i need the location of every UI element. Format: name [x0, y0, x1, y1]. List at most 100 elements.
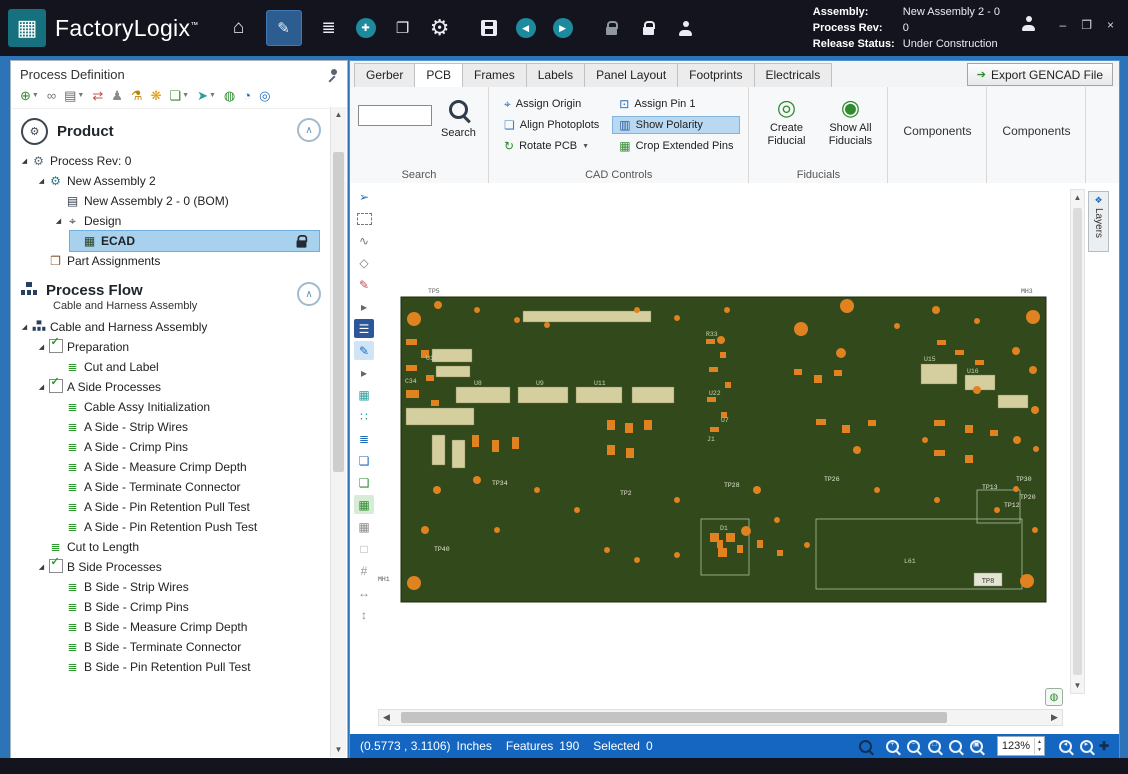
tree-item[interactable]: ≣A Side - Pin Retention Push Test	[53, 517, 329, 537]
tree-item[interactable]: ≣B Side - Terminate Connector	[53, 637, 329, 657]
tree-item[interactable]: ≣B Side - Pin Retention Pull Test	[53, 657, 329, 677]
grid-snap-icon[interactable]: ▦	[354, 385, 374, 404]
pcb-canvas[interactable]: ➢∿◇✎▸☰✎▸▦∷≣❏❏▦▦□#↔↕ TP8TP5MH3MH1TP40L61D…	[350, 183, 1119, 734]
layers-icon[interactable]: ❏▼	[169, 89, 189, 102]
expander-icon[interactable]: ◢	[53, 217, 64, 225]
hatch-fill-icon[interactable]: ☰	[354, 319, 374, 338]
close-button[interactable]: ×	[1107, 18, 1114, 32]
tree-item[interactable]: ≣Cut and Label	[53, 357, 329, 377]
show-all-fiducials-button[interactable]: ◉ Show All Fiducials	[821, 95, 879, 167]
tab-footprints[interactable]: Footprints	[677, 63, 754, 87]
zoom-window-icon[interactable]: □	[928, 740, 941, 753]
scrollbar-thumb[interactable]	[1073, 208, 1082, 675]
pan-zoom-icon[interactable]	[859, 740, 872, 753]
select-icon[interactable]: ➢	[354, 187, 374, 206]
show-polarity-button[interactable]: ▥Show Polarity	[612, 116, 740, 134]
user-icon[interactable]: ♟	[111, 89, 123, 102]
zoom-spinner-arrows[interactable]: ▲▼	[1034, 738, 1044, 754]
zoom-extents-icon[interactable]	[949, 740, 962, 753]
person-search-icon[interactable]	[676, 12, 696, 44]
layers-flyout-tab[interactable]: ❖ Layers	[1088, 191, 1109, 252]
crop-extended-pins-button[interactable]: ▦Crop Extended Pins	[612, 137, 740, 155]
tree-item[interactable]: ≣A Side - Pin Retention Pull Test	[53, 497, 329, 517]
tree-item[interactable]: ◢Preparation	[36, 337, 329, 357]
zoom-level-spinner[interactable]: 123% ▲▼	[997, 736, 1045, 756]
export-gencad-button[interactable]: ➔ Export GENCAD File	[967, 63, 1113, 86]
tree-item[interactable]: ▤New Assembly 2 - 0 (BOM)	[53, 191, 329, 211]
copper-top-icon[interactable]: ❏	[354, 451, 374, 470]
tree-item[interactable]: ≣A Side - Crimp Pins	[53, 437, 329, 457]
zoom-world-icon[interactable]: ◍	[1045, 688, 1063, 706]
move-horizontal-icon[interactable]: ↔	[354, 583, 374, 602]
move-vertical-icon[interactable]: ↕	[354, 605, 374, 624]
zoom-out-icon[interactable]: −	[907, 740, 920, 753]
pcb-view[interactable]: TP8TP5MH3MH1TP40L61D1R33U13C34U21U8U9U11…	[376, 189, 1076, 703]
expander-icon[interactable]: ◢	[19, 323, 30, 331]
zoom-selection-icon[interactable]: ▣	[970, 740, 983, 753]
link-icon[interactable]: ∞	[47, 89, 56, 102]
forward-icon[interactable]: ▶	[553, 12, 573, 44]
grid-outline-icon[interactable]: □	[354, 539, 374, 558]
highlight-icon[interactable]: ❋	[151, 89, 162, 102]
history-icon[interactable]: ◔	[243, 89, 251, 102]
assign-origin-button[interactable]: ⌖Assign Origin	[497, 95, 606, 113]
component-grid-icon[interactable]: ▦	[354, 495, 374, 514]
documents-icon[interactable]: ❐	[393, 12, 413, 44]
tab-gerber[interactable]: Gerber	[354, 63, 415, 87]
tree-item[interactable]: ≣B Side - Crimp Pins	[53, 597, 329, 617]
tab-pcb[interactable]: PCB	[414, 63, 463, 87]
marquee-select-icon[interactable]	[354, 209, 374, 228]
pin-icon[interactable]	[327, 68, 339, 82]
suspend-icon[interactable]: ◎	[259, 89, 270, 102]
scrollbar-thumb[interactable]	[401, 712, 947, 723]
zoom-previous-icon[interactable]: ◂	[1059, 740, 1072, 753]
canvas-vertical-scrollbar[interactable]: ▲ ▼	[1070, 189, 1085, 694]
lock-icon[interactable]	[639, 12, 659, 44]
transfer-icon[interactable]: ⇄	[92, 89, 103, 102]
add-icon[interactable]: ⊕▼	[20, 89, 39, 102]
component-grid-alt-icon[interactable]: ▦	[354, 517, 374, 536]
compass-icon[interactable]: ✚	[356, 12, 376, 44]
copper-bottom-icon[interactable]: ❏	[354, 473, 374, 492]
search-input[interactable]	[358, 105, 432, 126]
layer-stack-icon[interactable]: ≣	[354, 429, 374, 448]
search-button[interactable]: Search	[441, 97, 476, 167]
expander-icon[interactable]: ◢	[19, 157, 30, 165]
scroll-up-icon[interactable]: ▲	[331, 107, 346, 122]
settings-gear-icon[interactable]: ⚙	[430, 12, 450, 44]
unlock-icon[interactable]	[602, 12, 622, 44]
home-icon[interactable]: ⌂	[229, 12, 249, 44]
tree-item[interactable]: ◢⌖Design	[53, 211, 329, 231]
tree-item[interactable]: ≣B Side - Measure Crimp Depth	[53, 617, 329, 637]
tree-item[interactable]: ◢A Side Processes	[36, 377, 329, 397]
tree-item[interactable]: ❒Part Assignments	[36, 251, 329, 271]
user-profile-icon[interactable]	[1021, 16, 1036, 36]
tree-item[interactable]: ≣A Side - Terminate Connector	[53, 477, 329, 497]
expander-icon[interactable]: ◢	[36, 177, 47, 185]
tab-labels[interactable]: Labels	[526, 63, 585, 87]
create-fiducial-button[interactable]: ◎ Create Fiducial	[757, 95, 815, 167]
expand-tools-icon[interactable]: ▸	[354, 297, 374, 316]
maximize-button[interactable]: ❐	[1081, 18, 1092, 32]
tree-item[interactable]: ◢B Side Processes	[36, 557, 329, 577]
expander-icon[interactable]: ◢	[36, 343, 47, 351]
tree-item[interactable]: ≣A Side - Measure Crimp Depth	[53, 457, 329, 477]
spinner-up-icon[interactable]: ▲	[1035, 738, 1044, 746]
dot-grid-icon[interactable]: ∷	[354, 407, 374, 426]
collapse-process-flow-button[interactable]: ∧	[297, 282, 321, 306]
tab-electricals[interactable]: Electricals	[754, 63, 833, 87]
assign-pin1-button[interactable]: ⊡Assign Pin 1	[612, 95, 740, 113]
paint-select-icon[interactable]: ✎	[354, 275, 374, 294]
expander-icon[interactable]: ◢	[36, 383, 47, 391]
scroll-down-icon[interactable]: ▼	[331, 742, 346, 757]
tab-panel-layout[interactable]: Panel Layout	[584, 63, 678, 87]
scroll-left-icon[interactable]: ◀	[379, 712, 394, 723]
checklist-icon[interactable]: ✎	[266, 10, 302, 46]
tree-item[interactable]: ≣Cut to Length	[36, 537, 329, 557]
send-icon[interactable]: ➤▼	[197, 89, 216, 102]
spinner-down-icon[interactable]: ▼	[1035, 746, 1044, 754]
tree-item[interactable]: ◢⚙New Assembly 2	[36, 171, 329, 191]
scrollbar-thumb[interactable]	[333, 152, 344, 472]
materials-icon[interactable]: ≣	[319, 12, 339, 44]
expander-icon[interactable]: ◢	[36, 563, 47, 571]
